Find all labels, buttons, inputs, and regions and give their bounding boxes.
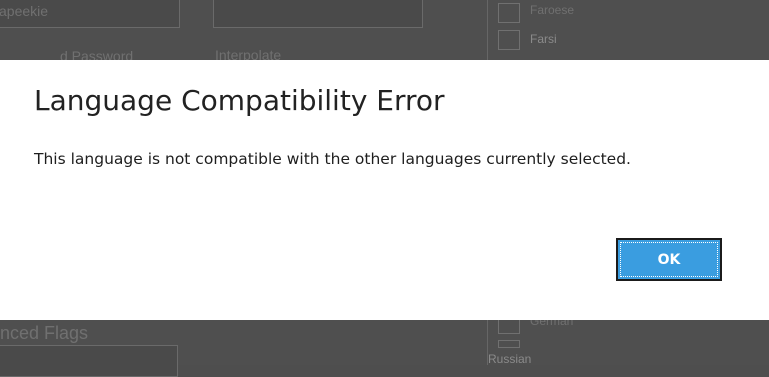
language-list-bottom: German Russian <box>487 314 769 366</box>
language-list-top: Faroese Farsi <box>487 0 769 60</box>
language-checkbox[interactable] <box>498 30 520 50</box>
language-checkbox[interactable] <box>498 340 520 348</box>
advanced-flags-field[interactable] <box>0 345 178 377</box>
interpolate-dropdown[interactable] <box>213 0 423 28</box>
dialog-message: This language is not compatible with the… <box>34 150 631 168</box>
selected-language: Russian <box>488 352 532 366</box>
language-label: Faroese <box>530 3 575 17</box>
language-checkbox[interactable] <box>498 3 520 23</box>
advanced-flags-label: nced Flags <box>0 323 89 343</box>
language-compatibility-dialog: Language Compatibility Error This langua… <box>0 60 769 320</box>
language-label: Farsi <box>530 32 557 46</box>
top-left-field-value: apeekie <box>0 3 49 19</box>
top-left-field[interactable]: apeekie <box>0 0 180 28</box>
dialog-title: Language Compatibility Error <box>34 84 445 117</box>
ok-button[interactable]: OK <box>616 238 722 281</box>
